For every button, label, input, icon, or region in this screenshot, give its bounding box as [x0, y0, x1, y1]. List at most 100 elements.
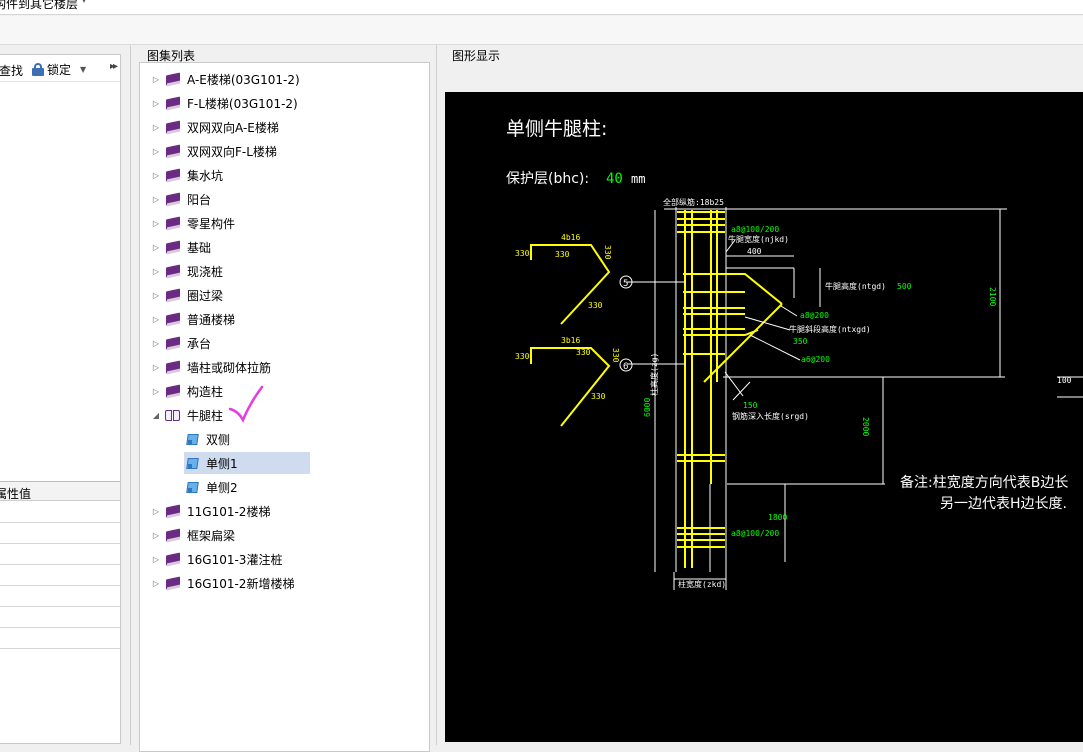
property-row[interactable] [0, 607, 120, 628]
corbel-width-label: 牛腿宽度(njkd) [728, 234, 789, 244]
tree-item[interactable]: ▷ 现浇桩 [150, 260, 223, 282]
bar1-mid: 330 [555, 250, 570, 259]
expand-arrow-icon[interactable]: ▷ [150, 291, 162, 300]
bar1-top-label: 4b16 [561, 233, 580, 242]
checkmark-annotation-icon [228, 385, 264, 423]
expand-arrow-icon[interactable]: ▷ [150, 219, 162, 228]
tree-item[interactable]: ▷ 框架扁梁 [150, 524, 235, 546]
tree-item[interactable]: ▷ 墙柱或砌体拉筋 [150, 356, 271, 378]
expand-arrow-icon[interactable]: ▷ [150, 123, 162, 132]
property-header: 属性值 [0, 481, 120, 501]
tree-item[interactable]: ▷ A-E楼梯(03G101-2) [150, 68, 300, 90]
expand-arrow-icon[interactable]: ▷ [150, 555, 162, 564]
expand-arrow-icon[interactable]: ▷ [150, 315, 162, 324]
expand-arrow-icon[interactable]: ▷ [150, 195, 162, 204]
tree-item[interactable]: ▷ 圈过梁 [150, 284, 223, 306]
bar2-diag: 330 [591, 392, 606, 401]
chevron-down-icon[interactable]: ▾ [82, 0, 86, 5]
tree-item[interactable]: ▷ 16G101-3灌注桩 [150, 548, 282, 570]
property-row[interactable] [0, 523, 120, 544]
bar2-left: 330 [515, 352, 530, 361]
tree-item[interactable]: ▷ 承台 [150, 332, 211, 354]
lock-button[interactable]: 锁定 ▼ [32, 61, 86, 78]
cover-value: 40 [606, 171, 623, 187]
expand-arrow-icon[interactable]: ▷ [150, 267, 162, 276]
property-row[interactable] [0, 544, 120, 565]
expand-arrow-icon[interactable]: ▷ [150, 363, 162, 372]
drawing-heading: 单侧牛腿柱: [506, 118, 607, 140]
expand-arrow-icon[interactable]: ▷ [150, 171, 162, 180]
book-icon [165, 288, 181, 302]
expand-arrow-icon[interactable]: ▷ [150, 243, 162, 252]
tree-item-expanded[interactable]: ◢ 牛腿柱 [150, 404, 223, 426]
tree-child-item-selected[interactable]: 单侧1 [184, 452, 310, 474]
tree-child-item[interactable]: 双侧 [186, 428, 310, 450]
bar2-right: 330 [611, 348, 620, 363]
expand-arrow-icon[interactable]: ▷ [150, 507, 162, 516]
left-toolbar: 查找 锁定 ▼ ▸▸ [0, 55, 120, 82]
property-row[interactable] [0, 628, 120, 649]
tree-item[interactable]: ▷ F-L楼梯(03G101-2) [150, 92, 298, 114]
expand-arrow-icon[interactable]: ▷ [150, 579, 162, 588]
tree-item-label: 框架扁梁 [187, 528, 236, 543]
tree-item[interactable]: ▷ 16G101-2新增楼梯 [150, 572, 294, 594]
book-icon [165, 528, 181, 542]
tree-item[interactable]: ▷ 11G101-2楼梯 [150, 500, 270, 522]
property-value-label: 属性值 [0, 487, 32, 501]
expand-arrow-icon[interactable]: ▷ [150, 339, 162, 348]
find-button[interactable]: 查找 [0, 62, 23, 79]
tree-item[interactable]: ▷ 双网双向F-L楼梯 [150, 140, 277, 162]
drawing-icon [186, 481, 200, 494]
dim-2000: 2000 [861, 417, 870, 436]
splitter[interactable] [436, 45, 437, 745]
expand-arrow-icon[interactable]: ▷ [150, 387, 162, 396]
collapse-arrow-icon[interactable]: ◢ [150, 411, 162, 420]
property-row[interactable] [0, 502, 120, 523]
top-menu-strip: 构件到其它楼层 ▾ [0, 0, 1083, 15]
book-icon [165, 312, 181, 326]
tree-item[interactable]: ▷ 零星构件 [150, 212, 235, 234]
anchor-label: 钢筋深入长度(srgd) [732, 411, 809, 421]
tree-item[interactable]: ▷ 基础 [150, 236, 211, 258]
dim-2100: 2100 [988, 287, 997, 306]
tree-item[interactable]: ▷ 阳台 [150, 188, 211, 210]
note-line-2: 另一边代表H边长度. [940, 496, 1067, 512]
expand-arrow-icon[interactable]: ▷ [150, 531, 162, 540]
book-icon [165, 504, 181, 518]
corbel-height-value: 500 [897, 282, 912, 291]
more-icon[interactable]: ▸▸ [110, 61, 118, 72]
tree-child-item[interactable]: 单侧2 [186, 476, 310, 498]
tree-item-label: 零星构件 [187, 216, 236, 231]
book-icon [165, 192, 181, 206]
slope-height-label: 牛腿斜段高度(ntxgd) [789, 324, 871, 334]
chevron-down-icon[interactable]: ▼ [80, 65, 86, 74]
corbel-height-label: 牛腿高度(ntgd) [825, 281, 886, 291]
tree-item[interactable]: ▷ 构造柱 [150, 380, 223, 402]
drawing-icon [186, 457, 200, 470]
book-icon [165, 72, 181, 86]
dim-1800: 1800 [768, 513, 787, 522]
tree-item[interactable]: ▷ 普通楼梯 [150, 308, 235, 330]
lock-icon [32, 63, 44, 76]
tree-item-label: 圈过梁 [187, 288, 224, 303]
tree-item-label: 墙柱或砌体拉筋 [187, 360, 272, 375]
graphic-panel-title: 图形显示 [452, 49, 501, 63]
stirrup-bottom-label: a8@100/200 [731, 529, 779, 538]
splitter[interactable] [130, 45, 131, 745]
property-row[interactable] [0, 586, 120, 607]
dim-6000: 6000 [643, 398, 652, 417]
expand-arrow-icon[interactable]: ▷ [150, 75, 162, 84]
expand-arrow-icon[interactable]: ▷ [150, 147, 162, 156]
open-book-icon [165, 409, 181, 422]
anchor-value: 150 [743, 401, 758, 410]
tree-item[interactable]: ▷ 双网双向A-E楼梯 [150, 116, 279, 138]
column-height-label: 柱高度(zg) [649, 353, 659, 396]
property-row[interactable] [0, 565, 120, 586]
drawing-canvas[interactable]: 单侧牛腿柱: 保护层(bhc): 40 mm 5 6 全部纵筋:18b25 a8… [445, 92, 1083, 742]
tree-item-label: 牛腿柱 [187, 408, 224, 423]
tree-item[interactable]: ▷ 集水坑 [150, 164, 223, 186]
book-icon [165, 384, 181, 398]
book-icon [165, 264, 181, 278]
window-title[interactable]: 构件到其它楼层 [0, 0, 78, 12]
expand-arrow-icon[interactable]: ▷ [150, 99, 162, 108]
